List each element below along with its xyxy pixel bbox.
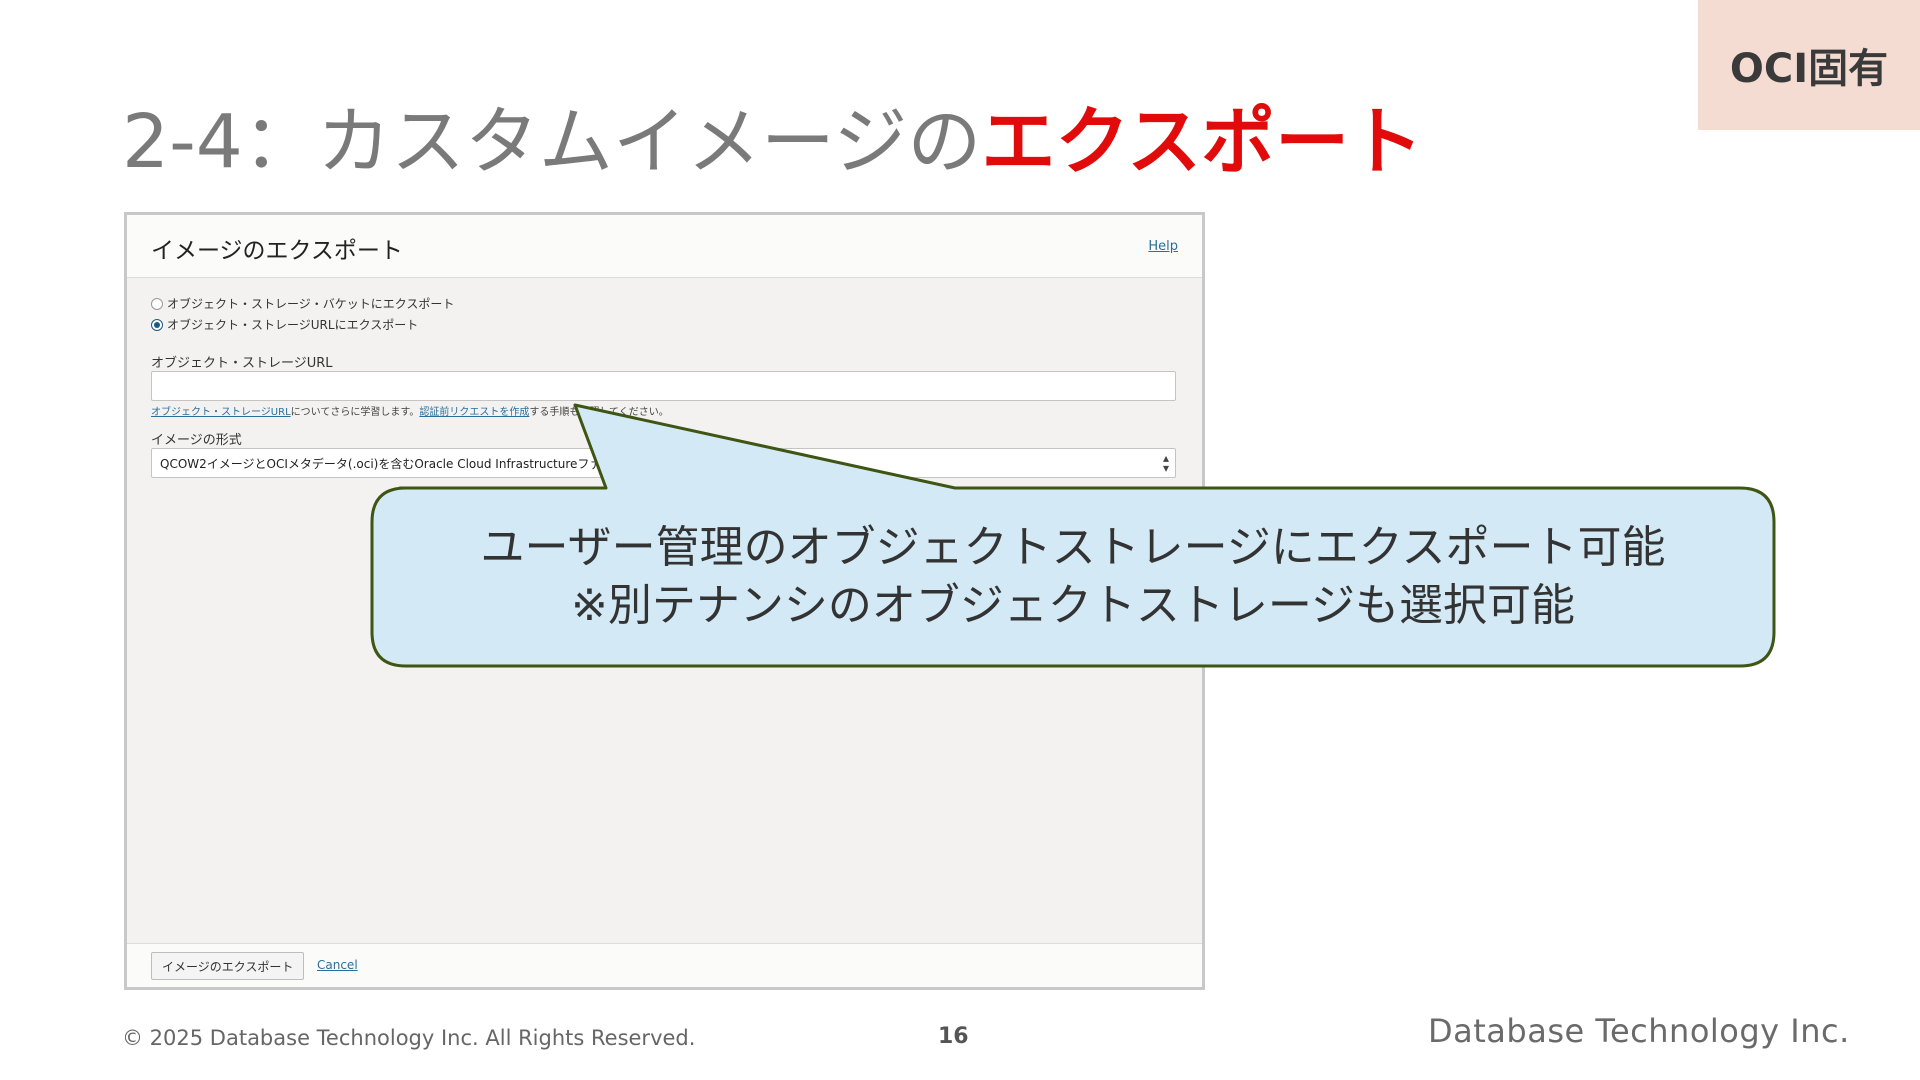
cancel-link[interactable]: Cancel	[317, 958, 358, 972]
callout-line-1: ユーザー管理のオブジェクトストレージにエクスポート可能	[480, 522, 1666, 573]
dialog-footer: イメージのエクスポート Cancel	[127, 943, 1202, 987]
slide-title: 2-4：カスタムイメージのエクスポート	[122, 92, 1423, 192]
brand-logo-text: Database Technology Inc.	[1428, 1012, 1850, 1050]
option-url-label: オブジェクト・ストレージURLにエクスポート	[167, 318, 419, 332]
radio-bucket[interactable]	[151, 297, 163, 310]
callout-text: ユーザー管理のオブジェクトストレージにエクスポート可能 ※別テナンシのオブジェク…	[372, 488, 1774, 666]
option-bucket-label: オブジェクト・ストレージ・バケットにエクスポート	[167, 297, 455, 311]
option-export-to-bucket[interactable]: オブジェクト・ストレージ・バケットにエクスポート	[151, 295, 454, 312]
dialog-title: イメージのエクスポート	[151, 238, 403, 264]
helper-text-2: する手順も参照してください。	[529, 407, 669, 418]
image-format-value: QCOW2イメージとOCIメタデータ(.oci)を含むOracle Cloud …	[160, 457, 626, 471]
dialog-header: イメージのエクスポート Help	[127, 215, 1202, 278]
option-export-to-url[interactable]: オブジェクト・ストレージURLにエクスポート	[151, 316, 418, 333]
copyright: © 2025 Database Technology Inc. All Righ…	[122, 1026, 696, 1050]
helper-text-1: についてさらに学習します。	[290, 407, 420, 418]
callout-line-2: ※別テナンシのオブジェクトストレージも選択可能	[571, 580, 1575, 631]
oci-specific-tag: OCI固有	[1698, 0, 1920, 130]
slide-title-accent: エクスポート	[981, 99, 1424, 185]
image-format-select[interactable]: QCOW2イメージとOCIメタデータ(.oci)を含むOracle Cloud …	[151, 448, 1176, 478]
export-image-button[interactable]: イメージのエクスポート	[151, 952, 305, 980]
format-field-label: イメージの形式	[151, 433, 242, 448]
radio-url[interactable]	[151, 318, 163, 331]
page-number: 16	[938, 1024, 969, 1049]
url-helper-text: オブジェクト・ストレージURLについてさらに学習します。認証前リクエストを作成す…	[151, 403, 669, 418]
create-par-link[interactable]: 認証前リクエストを作成	[419, 407, 529, 418]
slide-title-prefix: 2-4：カスタムイメージの	[122, 99, 982, 185]
url-field-label: オブジェクト・ストレージURL	[151, 356, 333, 371]
url-learn-link[interactable]: オブジェクト・ストレージURL	[151, 407, 291, 418]
select-arrows-icon: ▴ ▾	[1162, 451, 1169, 475]
object-storage-url-input[interactable]	[151, 371, 1176, 401]
help-link[interactable]: Help	[1148, 239, 1178, 254]
